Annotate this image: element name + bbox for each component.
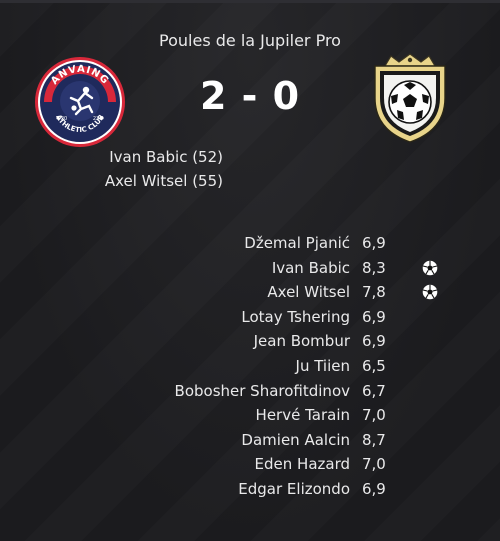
player-row[interactable]: Ju Tiien 6,5 — [60, 354, 400, 379]
player-row[interactable]: Ivan Babic 8,3 — [60, 256, 438, 281]
player-row[interactable]: Lotay Tshering 6,9 — [60, 305, 400, 330]
player-rating: 6,7 — [362, 381, 386, 400]
player-rating: 8,7 — [362, 430, 386, 449]
player-name: Hervé Tarain — [255, 406, 350, 425]
scorer-entry: Axel Witsel (55) — [104, 172, 223, 190]
player-row[interactable]: Damien Aalcin 8,7 — [60, 428, 400, 453]
player-row[interactable]: Hervé Tarain 7,0 — [60, 403, 400, 428]
player-row[interactable]: Edgar Elizondo 6,9 — [60, 477, 400, 502]
player-name: Ju Tiien — [295, 356, 350, 375]
home-team-logo[interactable]: ANVAING ATHLETIC CLUB 20 23 — [34, 56, 126, 148]
goal-scorers-list: Ivan Babic (52) Axel Witsel (55) — [60, 145, 223, 193]
player-row[interactable]: Eden Hazard 7,0 — [60, 452, 400, 477]
home-badge-year-left: 20 — [61, 116, 67, 122]
player-name: Eden Hazard — [254, 455, 350, 474]
scorer-entry: Ivan Babic (52) — [109, 148, 223, 166]
home-badge-year-right: 23 — [93, 116, 99, 122]
home-badge-icon: ANVAING ATHLETIC CLUB 20 23 — [35, 57, 125, 147]
goal-ball-icon — [422, 260, 438, 275]
football-crest-icon — [374, 53, 446, 143]
player-name: Bobosher Sharofitdinov — [174, 381, 350, 400]
top-divider — [0, 0, 500, 3]
goal-ball-icon — [422, 284, 438, 300]
player-name: Axel Witsel — [267, 283, 350, 302]
match-score: 2 - 0 — [199, 74, 301, 118]
player-row[interactable]: Jean Bombur 6,9 — [60, 329, 400, 354]
player-row[interactable]: Bobosher Sharofitdinov 6,7 — [60, 379, 400, 404]
player-rating: 6,9 — [362, 307, 386, 326]
player-rating: 6,9 — [362, 234, 386, 252]
player-rating: 7,0 — [362, 455, 386, 474]
player-name: Ivan Babic — [271, 258, 350, 277]
player-rating: 7,0 — [362, 406, 386, 425]
player-rating: 6,9 — [362, 332, 386, 351]
player-rating: 7,8 — [362, 283, 386, 302]
player-rating: 6,9 — [362, 479, 386, 498]
away-team-logo[interactable] — [367, 52, 453, 144]
player-name: Džemal Pjanić — [244, 234, 350, 252]
player-name: Edgar Elizondo — [238, 479, 350, 498]
player-name: Damien Aalcin — [241, 430, 350, 449]
player-name: Jean Bombur — [253, 332, 350, 351]
competition-title: Poules de la Jupiler Pro — [159, 31, 341, 50]
player-rating: 8,3 — [362, 258, 386, 277]
player-ratings-list: Džemal Pjanić 6,9 Ivan Babic 8,3 Axel Wi… — [60, 231, 438, 502]
player-row[interactable]: Axel Witsel 7,8 — [60, 280, 438, 305]
player-rating: 6,5 — [362, 356, 386, 375]
player-name: Lotay Tshering — [241, 307, 350, 326]
player-row[interactable]: Džemal Pjanić 6,9 — [60, 231, 400, 256]
